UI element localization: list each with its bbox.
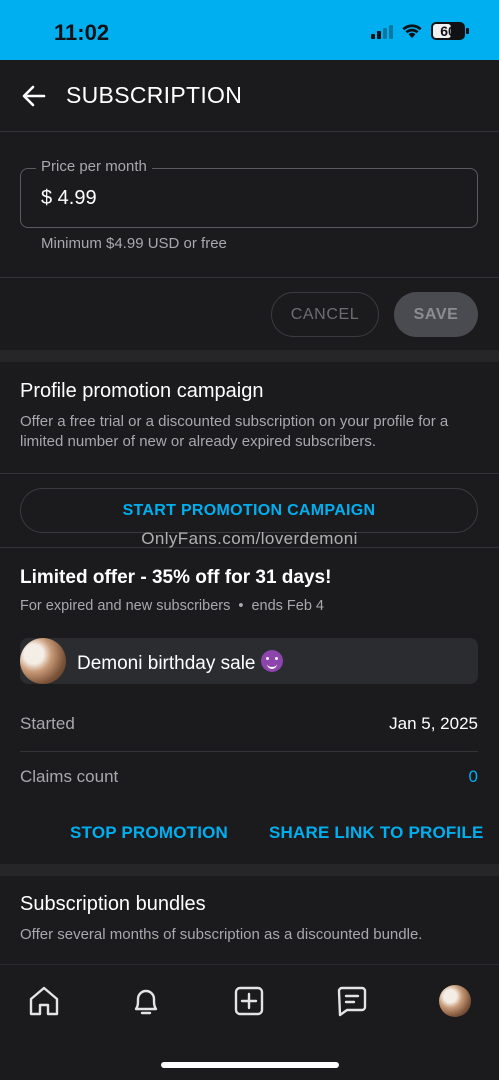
- promotion-description: Offer a free trial or a discounted subsc…: [20, 413, 449, 450]
- add-post-icon: [234, 986, 264, 1016]
- section-separator: [0, 350, 499, 362]
- price-input-value[interactable]: $ 4.99: [41, 187, 97, 210]
- offer-end-date: ends Feb 4: [251, 598, 324, 614]
- tab-notifications[interactable]: [128, 983, 164, 1019]
- started-label: Started: [20, 714, 75, 733]
- home-icon: [29, 986, 59, 1016]
- bundles-section-title: Subscription bundles: [20, 893, 206, 915]
- messages-icon: [337, 986, 367, 1017]
- offer-title: Limited offer - 35% off for 31 days!: [20, 567, 332, 588]
- stop-promotion-button[interactable]: STOP PROMOTION: [70, 823, 228, 843]
- offer-subtitle: For expired and new subscribers • ends Feb…: [20, 598, 324, 614]
- section-separator: [0, 864, 499, 876]
- watermark: OnlyFans.com/loverdemoni: [141, 529, 358, 548]
- battery-icon: 60: [431, 22, 469, 40]
- divider: [0, 277, 499, 278]
- claims-count-value[interactable]: 0: [469, 767, 478, 787]
- separator-dot: •: [238, 598, 244, 614]
- campaign-name: Demoni birthday sale: [77, 650, 284, 675]
- share-link-to-profile-button[interactable]: SHARE LINK TO PROFILE: [269, 823, 484, 843]
- status-time: 11:02: [54, 20, 110, 45]
- tab-home[interactable]: [26, 983, 62, 1019]
- claims-count-label: Claims count: [20, 767, 119, 786]
- tab-profile-avatar[interactable]: [439, 985, 471, 1017]
- divider: [20, 751, 478, 752]
- avatar: [20, 638, 66, 684]
- home-indicator: [161, 1062, 339, 1068]
- page-title: SUBSCRIPTION: [66, 82, 243, 108]
- cancel-button[interactable]: CANCEL: [271, 292, 379, 337]
- bell-icon: [134, 989, 158, 1015]
- start-promotion-campaign-button[interactable]: START PROMOTION CAMPAIGN: [20, 488, 478, 533]
- price-field-label: Price per month: [36, 158, 152, 175]
- promotion-section-title: Profile promotion campaign: [20, 380, 264, 402]
- price-per-month-field[interactable]: Price per month $ 4.99: [20, 158, 478, 228]
- tab-add-post[interactable]: [231, 983, 267, 1019]
- started-value: Jan 5, 2025: [389, 714, 478, 733]
- status-icons: 60: [371, 22, 469, 40]
- battery-label: 60: [440, 23, 456, 39]
- back-arrow-icon[interactable]: [20, 82, 48, 110]
- campaign-chip[interactable]: Demoni birthday sale: [20, 638, 478, 684]
- bundles-description: Offer several months of subscription as …: [20, 926, 423, 943]
- campaign-name-text: Demoni birthday sale: [77, 653, 256, 674]
- status-bar: 11:02 60: [0, 0, 499, 60]
- tab-messages[interactable]: [334, 983, 370, 1019]
- wifi-icon: [402, 24, 422, 38]
- page-header: SUBSCRIPTION: [0, 60, 499, 132]
- divider: [0, 473, 499, 474]
- signal-icon: [371, 23, 393, 39]
- save-button[interactable]: SAVE: [394, 292, 478, 337]
- price-hint: Minimum $4.99 USD or free: [41, 235, 227, 252]
- offer-audience: For expired and new subscribers: [20, 598, 231, 614]
- devil-emoji-icon: [261, 650, 284, 672]
